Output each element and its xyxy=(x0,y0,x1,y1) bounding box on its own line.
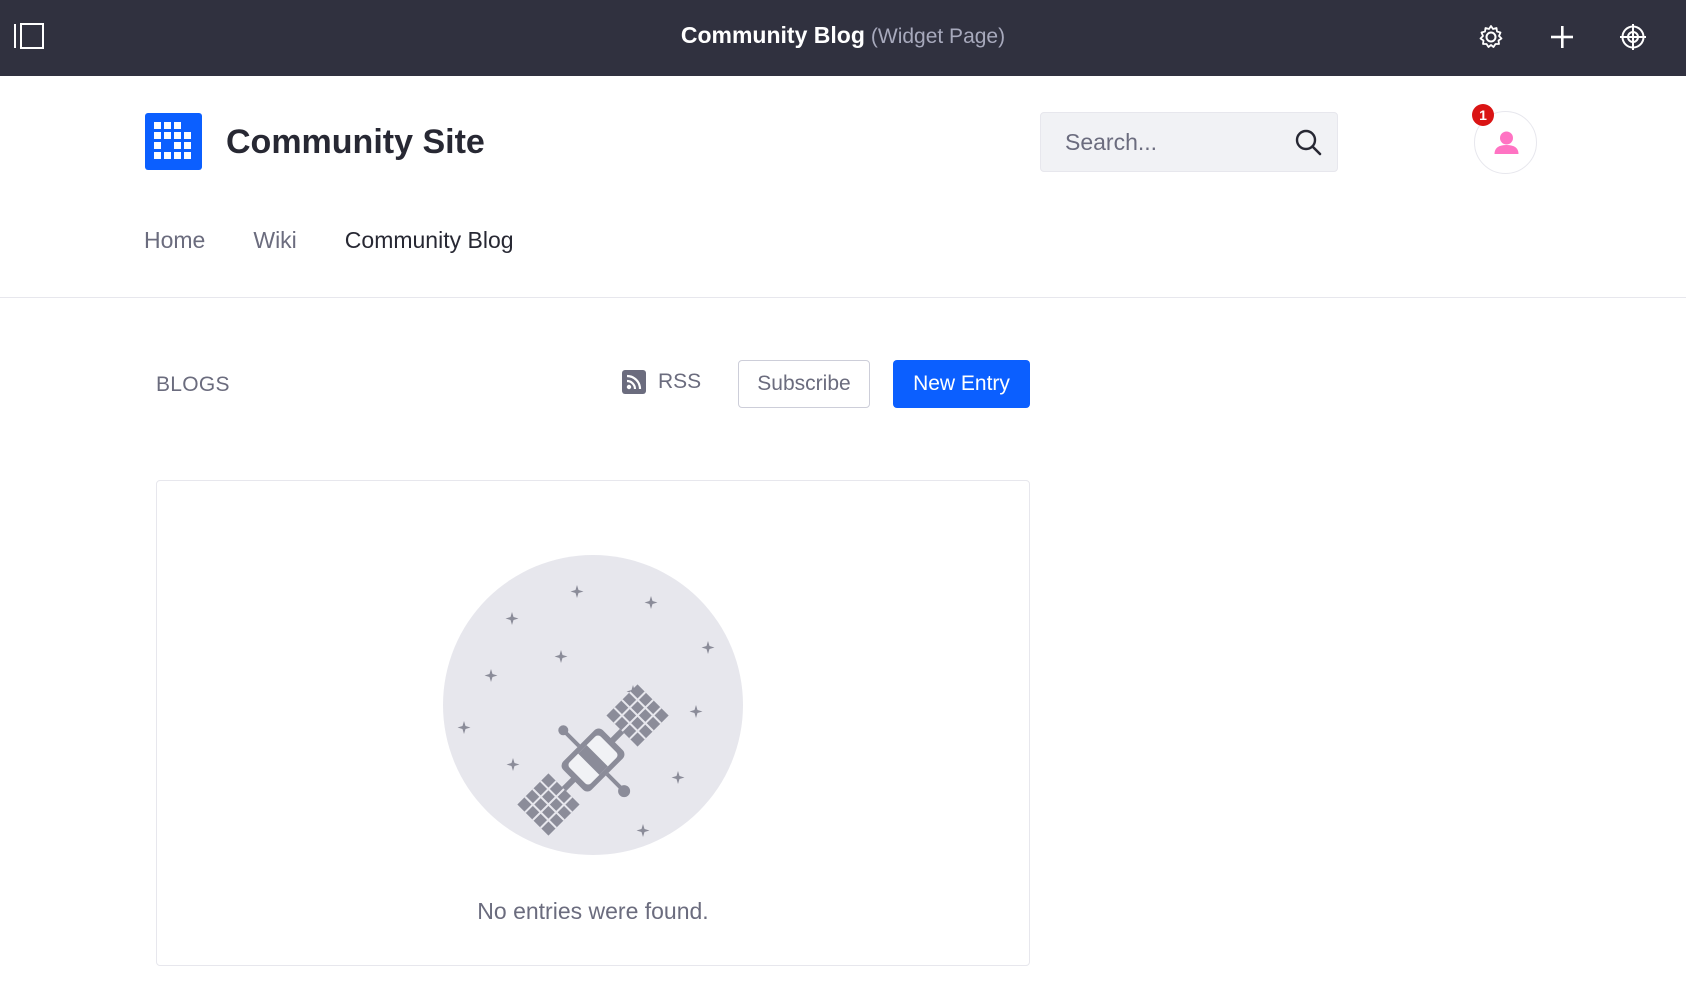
site-navigation: Home Wiki Community Blog xyxy=(144,227,514,254)
portlet-title: BLOGS xyxy=(156,373,230,396)
search-input[interactable] xyxy=(1065,113,1295,171)
page-title: Community Blog (Widget Page) xyxy=(0,22,1686,49)
rss-link[interactable]: RSS xyxy=(622,370,701,394)
subscribe-button[interactable]: Subscribe xyxy=(738,360,870,408)
page-type-text: (Widget Page) xyxy=(870,25,1006,48)
rss-label: RSS xyxy=(658,370,702,393)
site-logo[interactable] xyxy=(145,113,202,170)
rss-icon xyxy=(622,370,646,394)
nav-item-home[interactable]: Home xyxy=(144,227,205,254)
page-title-text: Community Blog xyxy=(680,22,865,48)
empty-state-message: No entries were found. xyxy=(477,898,709,924)
site-name[interactable]: Community Site xyxy=(226,123,485,162)
gear-icon[interactable] xyxy=(1474,20,1508,54)
nav-item-community-blog[interactable]: Community Blog xyxy=(345,227,514,254)
plus-icon[interactable] xyxy=(1545,20,1579,54)
control-menu: Community Blog (Widget Page) xyxy=(0,0,1686,76)
notification-badge: 1 xyxy=(1472,104,1494,126)
satellite-illustration-icon xyxy=(443,555,743,855)
empty-state-card: No entries were found. xyxy=(156,480,1030,966)
search-icon[interactable] xyxy=(1293,127,1323,157)
simulation-icon[interactable] xyxy=(1616,20,1650,54)
nav-item-wiki[interactable]: Wiki xyxy=(253,227,296,254)
new-entry-button[interactable]: New Entry xyxy=(893,360,1030,408)
search-box xyxy=(1040,112,1338,172)
header-divider xyxy=(0,297,1686,298)
